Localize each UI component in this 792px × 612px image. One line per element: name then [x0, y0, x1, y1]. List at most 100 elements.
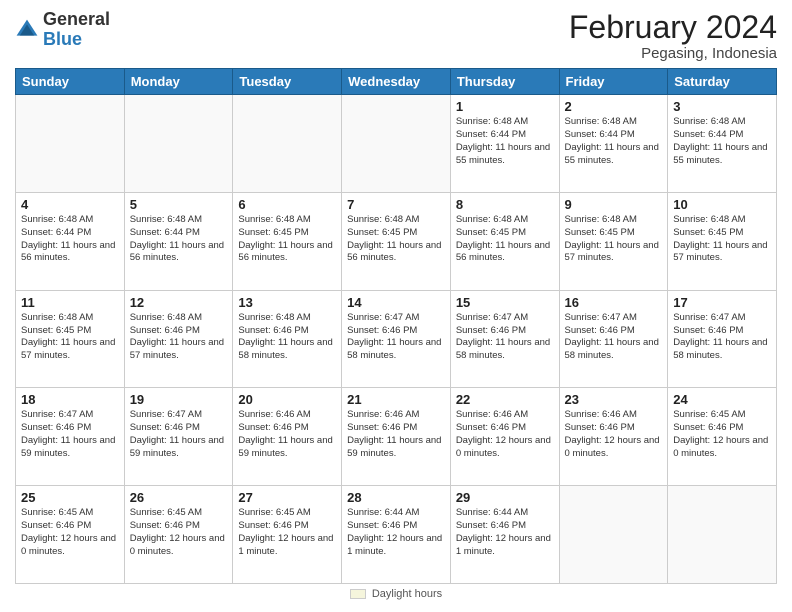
- calendar-cell: 29 Sunrise: 6:44 AM Sunset: 6:46 PM Dayli…: [450, 486, 559, 584]
- daylight-label: Daylight hours: [372, 588, 442, 600]
- day-number: 5: [130, 197, 228, 212]
- logo-icon: [15, 18, 39, 42]
- calendar-cell: [668, 486, 777, 584]
- calendar-cell: 19 Sunrise: 6:47 AM Sunset: 6:46 PM Dayli…: [124, 388, 233, 486]
- calendar-cell: 14Sunrise: 6:47 AM Sunset: 6:46 PM Dayli…: [342, 290, 451, 388]
- day-number: 3: [673, 99, 771, 114]
- calendar-cell: 5 Sunrise: 6:48 AM Sunset: 6:44 PM Daylig…: [124, 192, 233, 290]
- title-block: February 2024 Pegasing, Indonesia: [569, 10, 777, 62]
- col-header-wednesday: Wednesday: [342, 69, 451, 95]
- calendar-cell: 25Sunrise: 6:45 AM Sunset: 6:46 PM Dayli…: [16, 486, 125, 584]
- day-info: Sunrise: 6:48 AM Sunset: 6:46 PM Dayligh…: [130, 312, 228, 363]
- day-number: 2: [565, 99, 663, 114]
- calendar-cell: 11Sunrise: 6:48 AM Sunset: 6:45 PM Dayli…: [16, 290, 125, 388]
- day-number: 4: [21, 197, 119, 212]
- calendar-week-row: 11Sunrise: 6:48 AM Sunset: 6:45 PM Dayli…: [16, 290, 777, 388]
- calendar-week-row: 18 Sunrise: 6:47 AM Sunset: 6:46 PM Dayli…: [16, 388, 777, 486]
- calendar-cell: 13 Sunrise: 6:48 AM Sunset: 6:46 PM Dayli…: [233, 290, 342, 388]
- day-info: Sunrise: 6:48 AM Sunset: 6:45 PM Dayligh…: [565, 214, 663, 265]
- calendar-cell: 23 Sunrise: 6:46 AM Sunset: 6:46 PM Dayli…: [559, 388, 668, 486]
- day-number: 21: [347, 392, 445, 407]
- col-header-monday: Monday: [124, 69, 233, 95]
- calendar-cell: [559, 486, 668, 584]
- calendar-cell: 17 Sunrise: 6:47 AM Sunset: 6:46 PM Dayli…: [668, 290, 777, 388]
- logo-general: General: [43, 9, 110, 29]
- day-number: 17: [673, 295, 771, 310]
- day-info: Sunrise: 6:46 AM Sunset: 6:46 PM Dayligh…: [565, 409, 663, 460]
- calendar-footer: Daylight hours: [15, 584, 777, 602]
- day-number: 10: [673, 197, 771, 212]
- calendar-cell: 15 Sunrise: 6:47 AM Sunset: 6:46 PM Dayli…: [450, 290, 559, 388]
- day-info: Sunrise: 6:44 AM Sunset: 6:46 PM Dayligh…: [347, 507, 445, 558]
- day-number: 18: [21, 392, 119, 407]
- day-info: Sunrise: 6:47 AM Sunset: 6:46 PM Dayligh…: [673, 312, 771, 363]
- calendar-cell: 4 Sunrise: 6:48 AM Sunset: 6:44 PM Daylig…: [16, 192, 125, 290]
- day-number: 12: [130, 295, 228, 310]
- day-info: Sunrise: 6:44 AM Sunset: 6:46 PM Dayligh…: [456, 507, 554, 558]
- col-header-friday: Friday: [559, 69, 668, 95]
- day-number: 1: [456, 99, 554, 114]
- day-number: 19: [130, 392, 228, 407]
- page: General Blue February 2024 Pegasing, Ind…: [0, 0, 792, 612]
- month-year-title: February 2024: [569, 10, 777, 45]
- day-info: Sunrise: 6:48 AM Sunset: 6:44 PM Dayligh…: [130, 214, 228, 265]
- day-number: 20: [238, 392, 336, 407]
- day-info: Sunrise: 6:46 AM Sunset: 6:46 PM Dayligh…: [456, 409, 554, 460]
- calendar-cell: 27 Sunrise: 6:45 AM Sunset: 6:46 PM Dayli…: [233, 486, 342, 584]
- calendar-cell: 1 Sunrise: 6:48 AM Sunset: 6:44 PM Daylig…: [450, 95, 559, 193]
- calendar-week-row: 4 Sunrise: 6:48 AM Sunset: 6:44 PM Daylig…: [16, 192, 777, 290]
- calendar-cell: 2 Sunrise: 6:48 AM Sunset: 6:44 PM Daylig…: [559, 95, 668, 193]
- calendar-cell: 24 Sunrise: 6:45 AM Sunset: 6:46 PM Dayli…: [668, 388, 777, 486]
- day-info: Sunrise: 6:45 AM Sunset: 6:46 PM Dayligh…: [130, 507, 228, 558]
- day-info: Sunrise: 6:48 AM Sunset: 6:44 PM Dayligh…: [21, 214, 119, 265]
- calendar-cell: 28 Sunrise: 6:44 AM Sunset: 6:46 PM Dayli…: [342, 486, 451, 584]
- daylight-box-icon: [350, 589, 366, 599]
- calendar-cell: 26 Sunrise: 6:45 AM Sunset: 6:46 PM Dayli…: [124, 486, 233, 584]
- day-number: 29: [456, 490, 554, 505]
- calendar-cell: [342, 95, 451, 193]
- day-info: Sunrise: 6:48 AM Sunset: 6:45 PM Dayligh…: [673, 214, 771, 265]
- day-number: 15: [456, 295, 554, 310]
- calendar-cell: 10 Sunrise: 6:48 AM Sunset: 6:45 PM Dayli…: [668, 192, 777, 290]
- calendar-table: SundayMondayTuesdayWednesdayThursdayFrid…: [15, 68, 777, 584]
- day-number: 16: [565, 295, 663, 310]
- day-info: Sunrise: 6:47 AM Sunset: 6:46 PM Dayligh…: [130, 409, 228, 460]
- calendar-header-row: SundayMondayTuesdayWednesdayThursdayFrid…: [16, 69, 777, 95]
- calendar-cell: 18Sunrise: 6:47 AM Sunset: 6:46 PM Dayli…: [16, 388, 125, 486]
- day-info: Sunrise: 6:48 AM Sunset: 6:45 PM Dayligh…: [238, 214, 336, 265]
- day-number: 25: [21, 490, 119, 505]
- calendar-cell: 20Sunrise: 6:46 AM Sunset: 6:46 PM Dayli…: [233, 388, 342, 486]
- day-info: Sunrise: 6:45 AM Sunset: 6:46 PM Dayligh…: [673, 409, 771, 460]
- day-number: 6: [238, 197, 336, 212]
- day-info: Sunrise: 6:48 AM Sunset: 6:45 PM Dayligh…: [456, 214, 554, 265]
- calendar-cell: 3 Sunrise: 6:48 AM Sunset: 6:44 PM Daylig…: [668, 95, 777, 193]
- col-header-sunday: Sunday: [16, 69, 125, 95]
- col-header-saturday: Saturday: [668, 69, 777, 95]
- day-number: 23: [565, 392, 663, 407]
- day-number: 13: [238, 295, 336, 310]
- day-info: Sunrise: 6:47 AM Sunset: 6:46 PM Dayligh…: [456, 312, 554, 363]
- day-number: 11: [21, 295, 119, 310]
- day-info: Sunrise: 6:48 AM Sunset: 6:44 PM Dayligh…: [456, 116, 554, 167]
- day-number: 7: [347, 197, 445, 212]
- day-number: 24: [673, 392, 771, 407]
- col-header-tuesday: Tuesday: [233, 69, 342, 95]
- day-number: 8: [456, 197, 554, 212]
- calendar-cell: 16Sunrise: 6:47 AM Sunset: 6:46 PM Dayli…: [559, 290, 668, 388]
- day-info: Sunrise: 6:45 AM Sunset: 6:46 PM Dayligh…: [238, 507, 336, 558]
- day-number: 14: [347, 295, 445, 310]
- logo: General Blue: [15, 10, 110, 50]
- logo-blue: Blue: [43, 29, 82, 49]
- day-number: 28: [347, 490, 445, 505]
- header: General Blue February 2024 Pegasing, Ind…: [15, 10, 777, 62]
- day-info: Sunrise: 6:48 AM Sunset: 6:45 PM Dayligh…: [347, 214, 445, 265]
- day-info: Sunrise: 6:48 AM Sunset: 6:46 PM Dayligh…: [238, 312, 336, 363]
- day-info: Sunrise: 6:48 AM Sunset: 6:44 PM Dayligh…: [673, 116, 771, 167]
- calendar-cell: 21Sunrise: 6:46 AM Sunset: 6:46 PM Dayli…: [342, 388, 451, 486]
- day-number: 27: [238, 490, 336, 505]
- day-number: 9: [565, 197, 663, 212]
- day-info: Sunrise: 6:48 AM Sunset: 6:44 PM Dayligh…: [565, 116, 663, 167]
- day-number: 26: [130, 490, 228, 505]
- calendar-week-row: 1 Sunrise: 6:48 AM Sunset: 6:44 PM Daylig…: [16, 95, 777, 193]
- calendar-cell: 12 Sunrise: 6:48 AM Sunset: 6:46 PM Dayli…: [124, 290, 233, 388]
